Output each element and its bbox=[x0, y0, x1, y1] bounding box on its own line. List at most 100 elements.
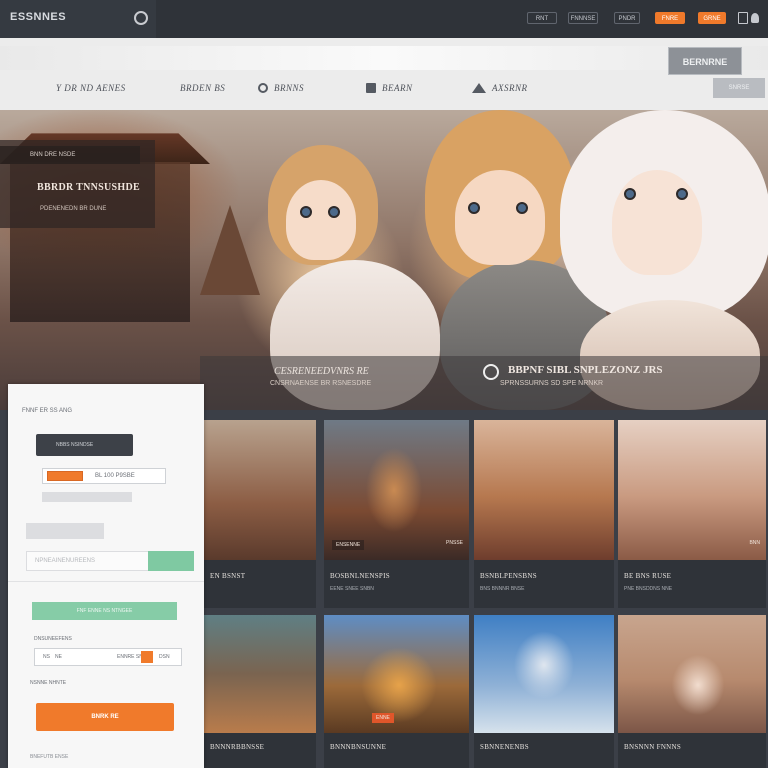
product-name[interactable]: BNNNBNSUNNE bbox=[330, 743, 386, 751]
product-meta: PNE BNSDDNS NNE bbox=[624, 586, 673, 592]
hero-subtitle: PDENENEDN BR DUNE bbox=[40, 206, 107, 212]
product-card[interactable]: BSNBLPENSBNS BNS BNNNR BNSE bbox=[474, 420, 614, 608]
nav-item-label: Y DR ND AENES bbox=[56, 83, 126, 93]
topbar-button-3[interactable]: PNDR bbox=[614, 12, 640, 24]
panel-title: FNNF ER SS ANG bbox=[22, 408, 73, 414]
product-price: BNN bbox=[749, 540, 760, 546]
apply-filter-button[interactable] bbox=[148, 551, 194, 571]
brand-circle-icon bbox=[134, 11, 148, 25]
caption-right-sub: SPRNSSURNS SD SPE NRNKR bbox=[500, 380, 604, 387]
product-name[interactable]: EN BSNST bbox=[210, 572, 245, 580]
topbar-button-2[interactable]: FNNNSE bbox=[568, 12, 598, 24]
search-strip[interactable] bbox=[0, 46, 768, 70]
product-grid: EN BSNST ENSENNE PNSSE BOSBNLNENSPIS EEN… bbox=[204, 410, 768, 768]
quantity-value[interactable]: NE bbox=[55, 649, 62, 665]
filter-placeholder-bar bbox=[42, 492, 132, 502]
quantity-increment-icon[interactable] bbox=[141, 651, 153, 663]
hero-badge: BNN DRE NSDE bbox=[0, 146, 140, 164]
product-name[interactable]: BOSBNLNENSPIS bbox=[330, 572, 390, 580]
product-thumbnail[interactable] bbox=[204, 420, 316, 560]
nav-item-label: AXSRNR bbox=[492, 83, 528, 93]
triangle-icon bbox=[472, 83, 486, 93]
product-tag: ENNE bbox=[372, 713, 394, 723]
product-card[interactable]: ENNE BNNNBNSUNNE bbox=[324, 615, 469, 768]
eye-icon bbox=[328, 206, 340, 218]
top-navigation-bar: ESSNNES RNT FNNNSE PNDR FNRE GRNE bbox=[0, 0, 768, 38]
panel-footer: BNEFUTB ENSE bbox=[30, 754, 69, 760]
cart-icon[interactable] bbox=[738, 12, 748, 24]
secondary-button[interactable]: SNRSE bbox=[713, 78, 765, 98]
product-meta: EENE SNEE SNBN bbox=[330, 586, 374, 592]
nav-item-3[interactable]: BRNNS bbox=[258, 83, 304, 93]
eye-icon bbox=[468, 202, 480, 214]
price-range-label: BL 100 P9SBE bbox=[95, 473, 135, 479]
product-name[interactable]: BNSNNN FNNNS bbox=[624, 743, 681, 751]
panel-note: NSNNE NHNTE bbox=[30, 680, 67, 686]
quantity-total: DSN bbox=[159, 654, 170, 660]
nav-item-1[interactable]: Y DR ND AENES bbox=[56, 83, 126, 93]
eye-icon bbox=[300, 206, 312, 218]
product-card[interactable]: BNN BE BNS RUSE PNE BNSDDNS NNE bbox=[618, 420, 766, 608]
eye-icon bbox=[676, 188, 688, 200]
hero-caption-bar: CESRENEEDVNRS RE CNSRNAENSE BR RSNESDRE … bbox=[200, 356, 768, 410]
product-thumbnail[interactable] bbox=[618, 420, 766, 560]
hero-banner: BNN DRE NSDE BBRDR TNNSUSHDE PDENENEDN B… bbox=[0, 110, 768, 410]
add-to-cart-button[interactable]: BNRK RE bbox=[36, 703, 174, 731]
nav-item-label: BEARN bbox=[382, 83, 413, 93]
caption-left-sub: CNSRNAENSE BR RSNESDRE bbox=[270, 380, 372, 387]
caption-left-title[interactable]: CESRENEEDVNRS RE bbox=[274, 366, 369, 377]
product-card[interactable]: BNSNNN FNNNS bbox=[618, 615, 766, 768]
product-thumbnail[interactable] bbox=[324, 615, 469, 733]
product-thumbnail[interactable] bbox=[474, 420, 614, 560]
product-meta: BNS BNNNR BNSE bbox=[480, 586, 525, 592]
product-thumbnail[interactable] bbox=[324, 420, 469, 560]
product-name[interactable]: BSNBLPENSBNS bbox=[480, 572, 537, 580]
character-1-face bbox=[286, 180, 356, 260]
hero-info-card[interactable]: BNN DRE NSDE BBRDR TNNSUSHDE PDENENEDN B… bbox=[0, 140, 155, 228]
nav-item-label: BRNNS bbox=[274, 83, 305, 93]
product-name[interactable]: BE BNS RUSE bbox=[624, 572, 671, 580]
divider bbox=[8, 581, 204, 582]
quantity-decrement[interactable]: NS bbox=[43, 649, 50, 665]
product-name[interactable]: BNNNRBBNSSE bbox=[210, 743, 264, 751]
product-thumbnail[interactable] bbox=[204, 615, 316, 733]
topbar-button-4[interactable]: FNRE bbox=[655, 12, 685, 24]
nav-item-5[interactable]: AXSRNR bbox=[472, 83, 528, 93]
play-icon[interactable] bbox=[483, 364, 499, 380]
spire-art bbox=[200, 205, 260, 295]
caption-right-title[interactable]: BBPNF SIBL SNPLEZONZ JRS bbox=[508, 364, 663, 376]
brand-block[interactable]: ESSNNES bbox=[0, 0, 156, 38]
eye-icon bbox=[624, 188, 636, 200]
box-icon bbox=[366, 83, 376, 93]
filter-status-bar[interactable]: FNF ENNE NS NTNGEE bbox=[32, 602, 177, 620]
secondary-navigation bbox=[0, 38, 768, 110]
quantity-stepper[interactable]: NS NE ENNRE SNE DSN bbox=[34, 648, 182, 666]
product-card[interactable]: SBNNENENBS bbox=[474, 615, 614, 768]
search-button[interactable]: BERNRNE bbox=[668, 47, 742, 75]
topbar-button-5[interactable]: GRNE bbox=[698, 12, 726, 24]
price-range-field[interactable]: BL 100 P9SBE bbox=[42, 468, 166, 484]
product-thumbnail[interactable] bbox=[474, 615, 614, 733]
eye-icon bbox=[516, 202, 528, 214]
character-2-face bbox=[455, 170, 545, 265]
product-thumbnail[interactable] bbox=[618, 615, 766, 733]
category-button[interactable]: NBBS NSINDSE bbox=[36, 434, 133, 456]
user-icon[interactable] bbox=[751, 13, 759, 23]
product-tag: ENSENNE bbox=[332, 540, 365, 550]
circle-icon bbox=[258, 83, 268, 93]
product-name[interactable]: SBNNENENBS bbox=[480, 743, 529, 751]
nav-item-4[interactable]: BEARN bbox=[366, 83, 413, 93]
filter-input[interactable]: NPNEAINENUREENS bbox=[26, 551, 149, 571]
nav-item-2[interactable]: BRDEN BS bbox=[180, 83, 225, 93]
product-card[interactable]: BNNNRBBNSSE bbox=[204, 615, 316, 768]
filter-panel: FNNF ER SS ANG NBBS NSINDSE BL 100 P9SBE… bbox=[8, 384, 204, 768]
product-price: PNSSE bbox=[446, 540, 463, 546]
product-card[interactable]: EN BSNST bbox=[204, 420, 316, 608]
product-card[interactable]: ENSENNE PNSSE BOSBNLNENSPIS EENE SNEE SN… bbox=[324, 420, 469, 608]
character-3-face bbox=[612, 170, 702, 275]
filter-placeholder-bar bbox=[26, 523, 104, 539]
topbar-button-1[interactable]: RNT bbox=[527, 12, 557, 24]
quantity-label: DNSUNEEFENS bbox=[34, 636, 72, 642]
range-handle[interactable] bbox=[47, 471, 83, 481]
site-logo[interactable]: ESSNNES bbox=[10, 11, 66, 23]
